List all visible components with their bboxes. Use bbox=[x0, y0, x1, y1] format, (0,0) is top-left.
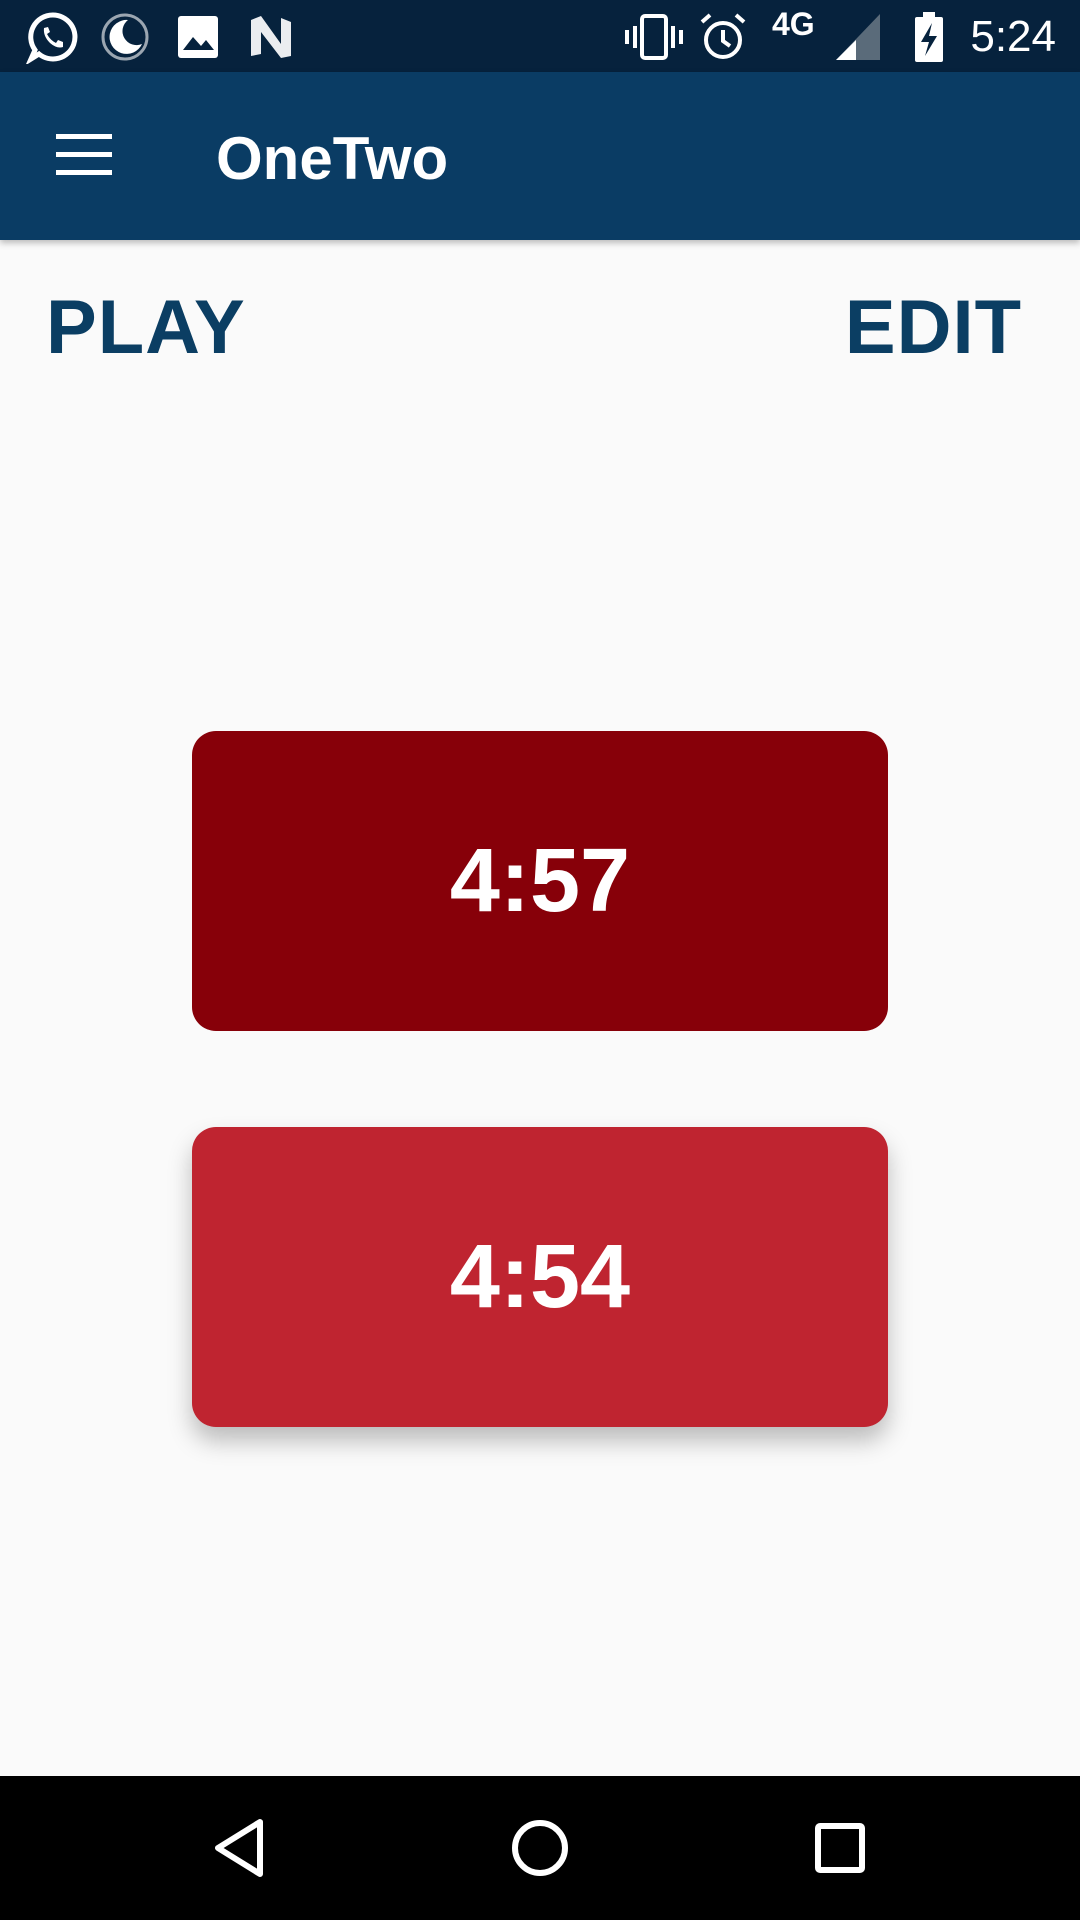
player-two-timer-button[interactable]: 4:54 bbox=[192, 1127, 888, 1427]
whatsapp-icon bbox=[26, 12, 78, 64]
n-logo-icon bbox=[251, 16, 291, 58]
play-tab[interactable]: PLAY bbox=[46, 284, 246, 371]
navigation-bar bbox=[0, 1776, 1080, 1920]
image-icon bbox=[178, 16, 218, 58]
back-button[interactable] bbox=[200, 1808, 280, 1888]
player-one-timer-time: 4:57 bbox=[449, 830, 631, 931]
status-bar: 4G 5:24 bbox=[0, 0, 1080, 72]
alarm-icon bbox=[700, 13, 746, 59]
signal-icon bbox=[836, 14, 880, 60]
status-time: 5:24 bbox=[970, 12, 1056, 61]
back-icon bbox=[215, 1819, 263, 1877]
player-one-timer-button[interactable]: 4:57 bbox=[192, 731, 888, 1031]
home-button[interactable] bbox=[500, 1808, 580, 1888]
hamburger-menu-icon bbox=[56, 134, 112, 175]
night-mode-icon bbox=[101, 13, 149, 61]
network-type-text: 4G bbox=[772, 6, 815, 42]
app-title: OneTwo bbox=[216, 125, 449, 192]
menu-button[interactable] bbox=[40, 116, 128, 196]
home-icon bbox=[512, 1820, 568, 1876]
vibrate-icon bbox=[625, 14, 683, 60]
edit-tab[interactable]: EDIT bbox=[845, 284, 1022, 371]
player-two-timer-time: 4:54 bbox=[449, 1226, 631, 1327]
recents-icon bbox=[815, 1823, 865, 1873]
battery-charging-icon bbox=[915, 12, 943, 62]
recents-button[interactable] bbox=[800, 1808, 880, 1888]
app-bar: OneTwo bbox=[0, 72, 1080, 240]
